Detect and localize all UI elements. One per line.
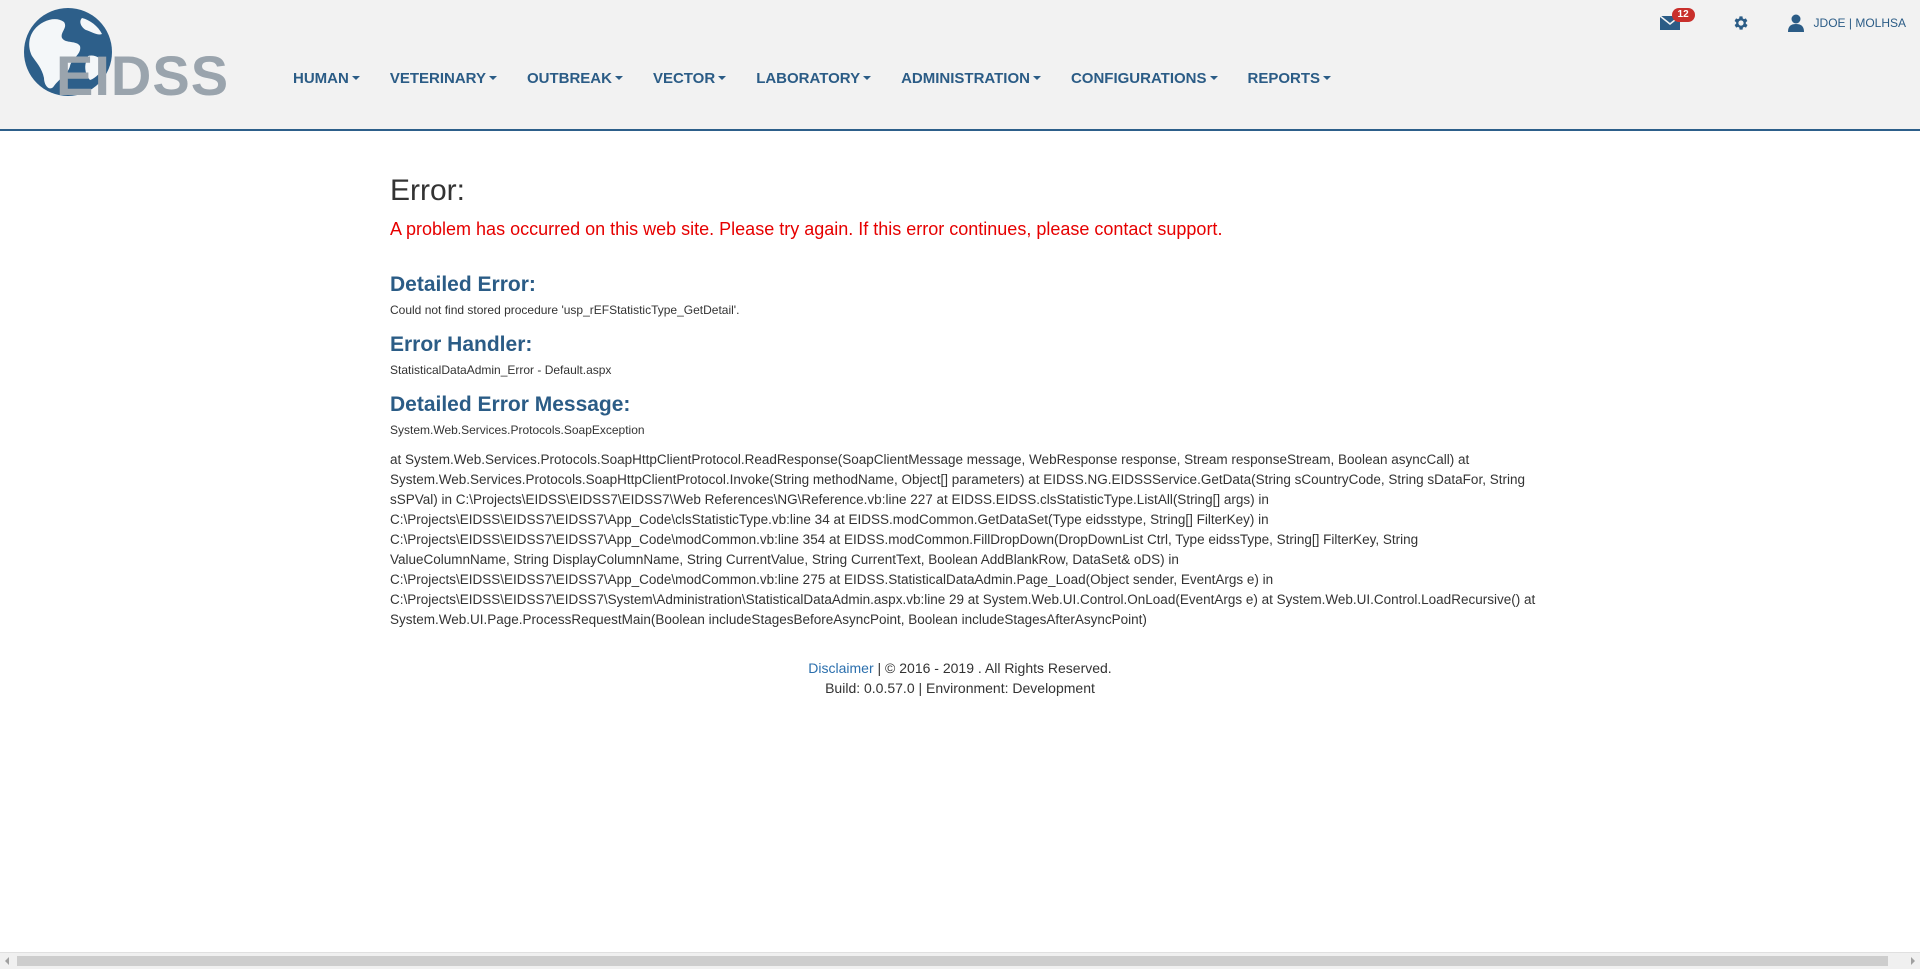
site-header: EIDSS HUMAN VETERINARY OUTBREAK VECTOR L… — [0, 0, 1920, 131]
nav-item-label: ADMINISTRATION — [901, 69, 1030, 87]
detailed-error-message-heading: Detailed Error Message: — [390, 393, 631, 416]
detailed-error-text: Could not find stored procedure 'usp_rEF… — [390, 303, 740, 317]
user-account-link[interactable]: JDOE | MOLHSA — [1814, 16, 1906, 30]
nav-item-reports[interactable]: REPORTS — [1233, 70, 1347, 87]
nav-item-label: VECTOR — [652, 69, 716, 87]
nav-item-vector[interactable]: VECTOR — [638, 70, 741, 87]
stack-trace: at System.Web.Services.Protocols.SoapHtt… — [390, 452, 1536, 627]
main-nav: HUMAN VETERINARY OUTBREAK VECTOR LABORAT… — [278, 66, 1346, 90]
caret-down-icon — [1323, 76, 1332, 80]
build-info: Build: 0.0.57.0 | Environment: Developme… — [825, 680, 1095, 696]
caret-down-icon — [614, 76, 623, 80]
horizontal-scrollbar[interactable] — [0, 952, 1920, 969]
detailed-error-heading: Detailed Error: — [390, 273, 536, 296]
caret-down-icon — [1032, 76, 1041, 80]
nav-item-configurations[interactable]: CONFIGURATIONS — [1056, 70, 1233, 87]
caret-down-icon — [488, 76, 497, 80]
caret-down-icon — [718, 76, 727, 80]
scroll-left-icon[interactable] — [5, 957, 9, 965]
eidss-logo[interactable]: EIDSS — [20, 6, 230, 107]
scroll-right-icon[interactable] — [1911, 957, 1915, 965]
nav-item-human[interactable]: HUMAN — [278, 70, 375, 87]
nav-item-label: HUMAN — [293, 69, 349, 87]
error-message: A problem has occurred on this web site.… — [390, 219, 1223, 239]
mail-button[interactable]: 12 — [1659, 8, 1695, 31]
logo-text: EIDSS — [56, 44, 230, 107]
nav-item-laboratory[interactable]: LABORATORY — [741, 70, 886, 87]
disclaimer-link[interactable]: Disclaimer — [808, 660, 873, 676]
nav-item-outbreak[interactable]: OUTBREAK — [512, 70, 638, 87]
nav-item-label: CONFIGURATIONS — [1070, 69, 1207, 87]
page-footer: Disclaimer | © 2016 - 2019 . All Rights … — [0, 658, 1920, 698]
exception-type: System.Web.Services.Protocols.SoapExcept… — [390, 423, 645, 437]
copyright-text: | © 2016 - 2019 . All Rights Reserved. — [873, 660, 1112, 676]
nav-item-veterinary[interactable]: VETERINARY — [375, 70, 512, 87]
nav-item-label: LABORATORY — [756, 69, 861, 87]
scrollbar-thumb[interactable] — [17, 956, 1888, 966]
nav-item-label: VETERINARY — [389, 69, 486, 87]
page-title: Error: — [390, 174, 465, 207]
nav-item-label: OUTBREAK — [526, 69, 612, 87]
nav-item-label: REPORTS — [1247, 69, 1321, 87]
nav-item-administration[interactable]: ADMINISTRATION — [886, 70, 1056, 87]
caret-down-icon — [863, 76, 872, 80]
error-handler-heading: Error Handler: — [390, 333, 533, 356]
user-icon — [1787, 14, 1804, 32]
mail-count-badge: 12 — [1671, 8, 1695, 22]
caret-down-icon — [351, 76, 360, 80]
error-content: Error: A problem has occurred on this we… — [390, 172, 1540, 630]
caret-down-icon — [1209, 76, 1218, 80]
footer-line-1: Disclaimer | © 2016 - 2019 . All Rights … — [0, 658, 1920, 678]
user-toolbar: 12 JDOE | MOLHSA — [1659, 8, 1906, 36]
error-handler-text: StatisticalDataAdmin_Error - Default.asp… — [390, 363, 612, 377]
gear-icon[interactable] — [1732, 14, 1750, 32]
